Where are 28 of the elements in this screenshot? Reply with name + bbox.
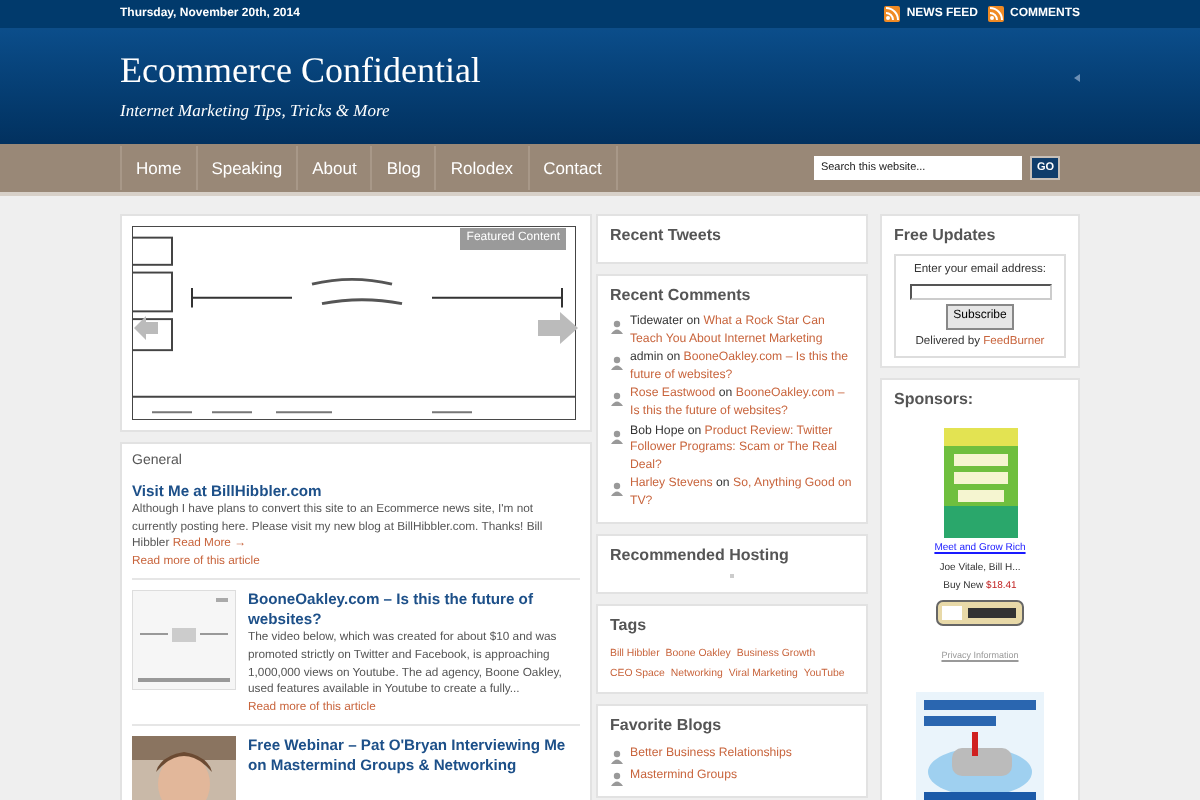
- person-icon: [610, 320, 624, 334]
- person-icon: [610, 771, 624, 786]
- person-icon: [610, 356, 624, 371]
- rss-icon: [884, 6, 901, 22]
- widget-heading: Tags: [610, 613, 649, 638]
- person-icon: [610, 749, 624, 764]
- widget-heading: Favorite Blogs: [610, 713, 724, 738]
- nav-item[interactable]: Rolodex: [436, 146, 530, 190]
- nav-item[interactable]: Speaking: [197, 146, 299, 190]
- widget-heading: Sponsors:: [894, 388, 976, 413]
- email-field[interactable]: [909, 283, 1051, 300]
- previous-arrow-icon[interactable]: [134, 316, 158, 340]
- next-arrow-icon[interactable]: [538, 312, 578, 344]
- widget-heading: Recommended Hosting: [610, 543, 791, 568]
- nav-item[interactable]: Home: [122, 146, 198, 190]
- rss-icon: [988, 6, 1004, 22]
- person-icon: [610, 482, 624, 497]
- site-title[interactable]: Ecommerce Confidential: [120, 50, 481, 90]
- person-icon: [610, 429, 624, 444]
- nav-item[interactable]: Blog: [372, 146, 437, 190]
- widget-heading: Recent Comments: [610, 284, 753, 308]
- widget-heading: Free Updates: [894, 224, 998, 248]
- widget-heading: Recent Tweets: [610, 224, 723, 248]
- person-icon: [610, 392, 624, 407]
- caret-icon: [1074, 74, 1080, 82]
- nav-item[interactable]: About: [298, 146, 373, 190]
- site-tagline: Internet Marketing Tips, Tricks & More: [120, 98, 392, 124]
- nav-item[interactable]: Contact: [529, 146, 618, 190]
